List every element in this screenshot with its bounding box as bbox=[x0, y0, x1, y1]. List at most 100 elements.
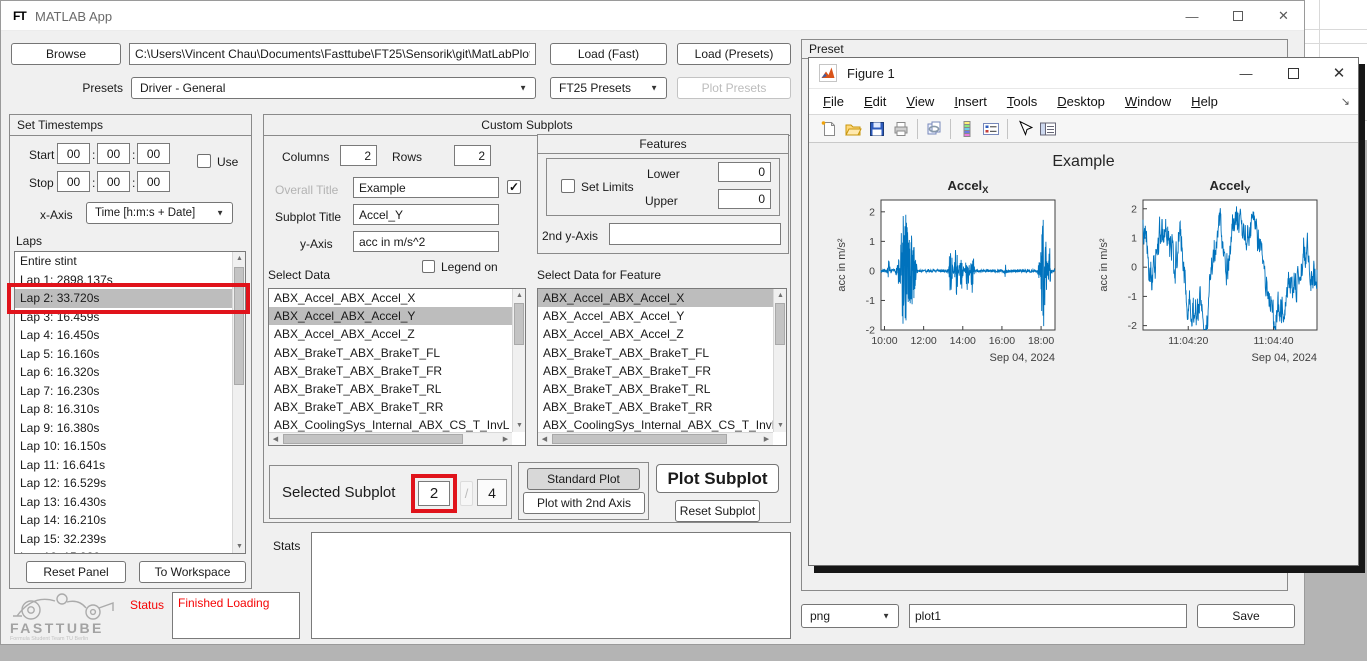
stop-second-field[interactable] bbox=[137, 171, 170, 192]
list-item[interactable]: ABX_BrakeT_ABX_BrakeT_RL bbox=[269, 380, 512, 398]
list-item[interactable]: Lap 12: 16.529s bbox=[15, 474, 232, 493]
vertical-scrollbar[interactable]: ▲ ▼ bbox=[773, 289, 786, 432]
lower-field[interactable] bbox=[718, 162, 771, 182]
y-axis-field[interactable] bbox=[353, 231, 499, 252]
subplot-title-field[interactable] bbox=[353, 204, 499, 225]
ft25-presets-dropdown[interactable]: FT25 Presets ▼ bbox=[550, 77, 667, 99]
scroll-up-icon[interactable]: ▲ bbox=[513, 289, 526, 302]
list-item[interactable]: ABX_Accel_ABX_Accel_Y bbox=[538, 307, 773, 325]
list-item[interactable]: Lap 8: 16.310s bbox=[15, 400, 232, 419]
list-item[interactable]: Entire stint bbox=[15, 252, 232, 271]
menu-edit[interactable]: Edit bbox=[854, 89, 896, 115]
scrollbar-thumb[interactable] bbox=[283, 434, 463, 444]
upper-field[interactable] bbox=[718, 189, 771, 209]
columns-field[interactable] bbox=[340, 145, 377, 166]
list-item[interactable]: ABX_CoolingSys_Internal_ABX_CS_T_InvL bbox=[538, 416, 773, 432]
scrollbar-thumb[interactable] bbox=[775, 303, 785, 345]
list-item[interactable]: Lap 4: 16.450s bbox=[15, 326, 232, 345]
list-item[interactable]: ABX_Accel_ABX_Accel_Z bbox=[269, 325, 512, 343]
list-item[interactable]: Lap 13: 16.430s bbox=[15, 493, 232, 512]
menu-tools[interactable]: Tools bbox=[997, 89, 1047, 115]
list-item[interactable]: Lap 15: 32.239s bbox=[15, 530, 232, 549]
menu-view[interactable]: View bbox=[896, 89, 944, 115]
save-icon[interactable] bbox=[865, 119, 889, 139]
list-item[interactable]: ABX_BrakeT_ABX_BrakeT_FR bbox=[269, 362, 512, 380]
legend-icon[interactable] bbox=[979, 119, 1003, 139]
set-limits-checkbox[interactable] bbox=[561, 179, 575, 193]
print-icon[interactable] bbox=[889, 119, 913, 139]
presets-dropdown[interactable]: Driver - General ▼ bbox=[131, 77, 536, 99]
horizontal-scrollbar[interactable]: ◀ ▶ bbox=[269, 432, 512, 445]
open-file-icon[interactable] bbox=[841, 119, 865, 139]
scrollbar-thumb[interactable] bbox=[552, 434, 727, 444]
menu-desktop[interactable]: Desktop bbox=[1047, 89, 1115, 115]
app-maximize-icon[interactable] bbox=[1215, 1, 1261, 31]
list-item[interactable]: ABX_Accel_ABX_Accel_X bbox=[269, 289, 512, 307]
list-item[interactable]: Lap 7: 16.230s bbox=[15, 382, 232, 401]
start-second-field[interactable] bbox=[137, 143, 170, 164]
menu-file[interactable]: File bbox=[813, 89, 854, 115]
list-item[interactable]: Lap 5: 16.160s bbox=[15, 345, 232, 364]
scroll-up-icon[interactable]: ▲ bbox=[233, 252, 246, 265]
save-button[interactable]: Save bbox=[1197, 604, 1295, 628]
list-item[interactable]: Lap 10: 16.150s bbox=[15, 437, 232, 456]
link-plots-icon[interactable] bbox=[922, 119, 946, 139]
select-data-listbox[interactable]: ABX_Accel_ABX_Accel_XABX_Accel_ABX_Accel… bbox=[268, 288, 526, 446]
scroll-down-icon[interactable]: ▼ bbox=[233, 540, 246, 553]
legend-on-checkbox[interactable] bbox=[422, 260, 435, 273]
scroll-left-icon[interactable]: ◀ bbox=[538, 433, 551, 446]
list-item[interactable]: Lap 11: 16.641s bbox=[15, 456, 232, 475]
feature-data-listbox[interactable]: ABX_Accel_ABX_Accel_XABX_Accel_ABX_Accel… bbox=[537, 288, 787, 446]
menu-insert[interactable]: Insert bbox=[944, 89, 997, 115]
horizontal-scrollbar[interactable]: ◀ ▶ bbox=[538, 432, 773, 445]
scroll-down-icon[interactable]: ▼ bbox=[774, 419, 787, 432]
figure-close-icon[interactable]: ✕ bbox=[1322, 58, 1356, 88]
list-item[interactable]: ABX_Accel_ABX_Accel_Y bbox=[269, 307, 512, 325]
list-item[interactable]: ABX_BrakeT_ABX_BrakeT_RL bbox=[538, 380, 773, 398]
overall-title-checkbox[interactable]: ✓ bbox=[507, 180, 521, 194]
scroll-down-icon[interactable]: ▼ bbox=[513, 419, 526, 432]
list-item[interactable]: ABX_BrakeT_ABX_BrakeT_FL bbox=[538, 344, 773, 362]
list-item[interactable]: Lap 9: 16.380s bbox=[15, 419, 232, 438]
list-item[interactable]: Lap 6: 16.320s bbox=[15, 363, 232, 382]
start-minute-field[interactable] bbox=[97, 143, 130, 164]
list-item[interactable]: ABX_BrakeT_ABX_BrakeT_RR bbox=[538, 398, 773, 416]
new-file-icon[interactable] bbox=[817, 119, 841, 139]
reset-panel-button[interactable]: Reset Panel bbox=[26, 561, 126, 583]
property-inspector-icon[interactable] bbox=[1036, 119, 1060, 139]
dock-figure-icon[interactable]: ↘ bbox=[1341, 95, 1350, 108]
load-presets-button[interactable]: Load (Presets) bbox=[677, 43, 791, 65]
scroll-up-icon[interactable]: ▲ bbox=[774, 289, 787, 302]
stats-textarea[interactable] bbox=[311, 532, 791, 639]
second-y-axis-field[interactable] bbox=[609, 223, 781, 245]
use-checkbox[interactable] bbox=[197, 154, 211, 168]
app-close-icon[interactable]: ✕ bbox=[1261, 1, 1306, 31]
rows-field[interactable] bbox=[454, 145, 491, 166]
list-item[interactable]: ABX_BrakeT_ABX_BrakeT_RR bbox=[269, 398, 512, 416]
scroll-right-icon[interactable]: ▶ bbox=[499, 433, 512, 446]
plot-subplot-button[interactable]: Plot Subplot bbox=[656, 464, 779, 493]
menu-window[interactable]: Window bbox=[1115, 89, 1181, 115]
standard-plot-button[interactable]: Standard Plot bbox=[527, 468, 640, 490]
figure-maximize-icon[interactable] bbox=[1278, 58, 1308, 88]
file-path-input[interactable] bbox=[129, 43, 536, 65]
app-minimize-icon[interactable]: — bbox=[1169, 1, 1215, 31]
export-format-dropdown[interactable]: png ▼ bbox=[801, 604, 899, 628]
list-item[interactable]: ABX_Accel_ABX_Accel_Z bbox=[538, 325, 773, 343]
plot-presets-button[interactable]: Plot Presets bbox=[677, 77, 791, 99]
reset-subplot-button[interactable]: Reset Subplot bbox=[675, 500, 760, 522]
start-hour-field[interactable] bbox=[57, 143, 90, 164]
stop-minute-field[interactable] bbox=[97, 171, 130, 192]
vertical-scrollbar[interactable]: ▲ ▼ bbox=[512, 289, 525, 432]
edit-plot-cursor-icon[interactable] bbox=[1012, 119, 1036, 139]
overall-title-field[interactable] bbox=[353, 177, 499, 198]
list-item[interactable]: ABX_BrakeT_ABX_BrakeT_FL bbox=[269, 344, 512, 362]
to-workspace-button[interactable]: To Workspace bbox=[139, 561, 246, 583]
list-item[interactable]: Lap 16: 15.980s bbox=[15, 548, 232, 553]
load-fast-button[interactable]: Load (Fast) bbox=[550, 43, 667, 65]
export-filename-input[interactable] bbox=[909, 604, 1187, 628]
figure-minimize-icon[interactable]: — bbox=[1231, 58, 1261, 88]
list-item[interactable]: ABX_Accel_ABX_Accel_X bbox=[538, 289, 773, 307]
menu-help[interactable]: Help bbox=[1181, 89, 1228, 115]
list-item[interactable]: ABX_BrakeT_ABX_BrakeT_FR bbox=[538, 362, 773, 380]
